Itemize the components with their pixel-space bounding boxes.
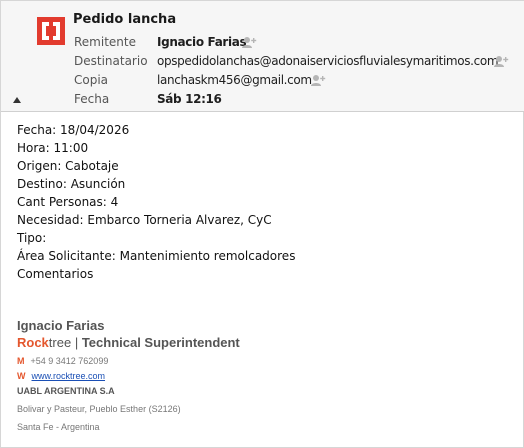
body-line: Comentarios bbox=[17, 267, 94, 281]
add-contact-icon[interactable] bbox=[310, 74, 326, 87]
body-line: Hora: 11:00 bbox=[17, 141, 89, 155]
add-contact-icon[interactable] bbox=[241, 36, 257, 49]
signature-address2: Santa Fe - Argentina bbox=[17, 422, 100, 432]
signature-company-part1: Rock bbox=[17, 335, 49, 350]
body-line: Necesidad: Embarco Torneria Alvarez, CyC bbox=[17, 213, 272, 227]
signature-phone: +54 9 3412 762099 bbox=[30, 356, 109, 366]
collapse-header-icon[interactable] bbox=[13, 97, 21, 103]
signature-company-line: Rocktree | Technical Superintendent bbox=[17, 334, 417, 352]
from-label: Remitente bbox=[74, 35, 136, 49]
cc-label: Copia bbox=[74, 73, 109, 87]
signature-phone-line: M +54 9 3412 762099 bbox=[17, 354, 417, 369]
body-line: Cant Personas: 4 bbox=[17, 195, 119, 209]
date-label: Fecha bbox=[74, 92, 110, 106]
message-header: Pedido lancha Remitente Ignacio Farias D… bbox=[1, 1, 524, 112]
web-marker: W bbox=[17, 371, 26, 381]
message-body: Fecha: 18/04/2026 Hora: 11:00 Origen: Ca… bbox=[17, 121, 517, 283]
signature-web-line: Wwww.rocktree.com bbox=[17, 369, 417, 384]
app-logo-icon bbox=[37, 17, 65, 45]
add-contact-icon[interactable] bbox=[493, 55, 509, 68]
signature-org: UABL ARGENTINA S.A bbox=[17, 386, 115, 396]
signature-name: Ignacio Farias bbox=[17, 318, 105, 333]
to-label: Destinatario bbox=[74, 54, 148, 68]
body-line: Fecha: 18/04/2026 bbox=[17, 123, 130, 137]
signature-separator: | bbox=[71, 335, 82, 350]
website-link[interactable]: www.rocktree.com bbox=[32, 371, 106, 381]
to-value[interactable]: opspedidolanchas@adonaiserviciosfluviale… bbox=[157, 54, 499, 68]
cc-value[interactable]: lanchaskm456@gmail.com bbox=[157, 73, 312, 87]
signature-company-part2: tree bbox=[48, 335, 72, 350]
email-signature: Ignacio Farias Rocktree | Technical Supe… bbox=[17, 318, 417, 435]
body-line: Área Solicitante: Mantenimiento remolcad… bbox=[17, 249, 296, 263]
body-line: Tipo: bbox=[17, 231, 47, 245]
body-line: Origen: Cabotaje bbox=[17, 159, 119, 173]
email-viewer: Pedido lancha Remitente Ignacio Farias D… bbox=[0, 0, 524, 448]
body-line: Destino: Asunción bbox=[17, 177, 126, 191]
message-subject: Pedido lancha bbox=[73, 12, 177, 27]
signature-address1: Bolivar y Pasteur, Pueblo Esther (S2126) bbox=[17, 404, 181, 414]
signature-title: Technical Superintendent bbox=[81, 335, 240, 350]
date-value: Sáb 12:16 bbox=[157, 92, 222, 106]
phone-marker: M bbox=[17, 356, 25, 366]
from-value[interactable]: Ignacio Farias bbox=[157, 35, 247, 49]
